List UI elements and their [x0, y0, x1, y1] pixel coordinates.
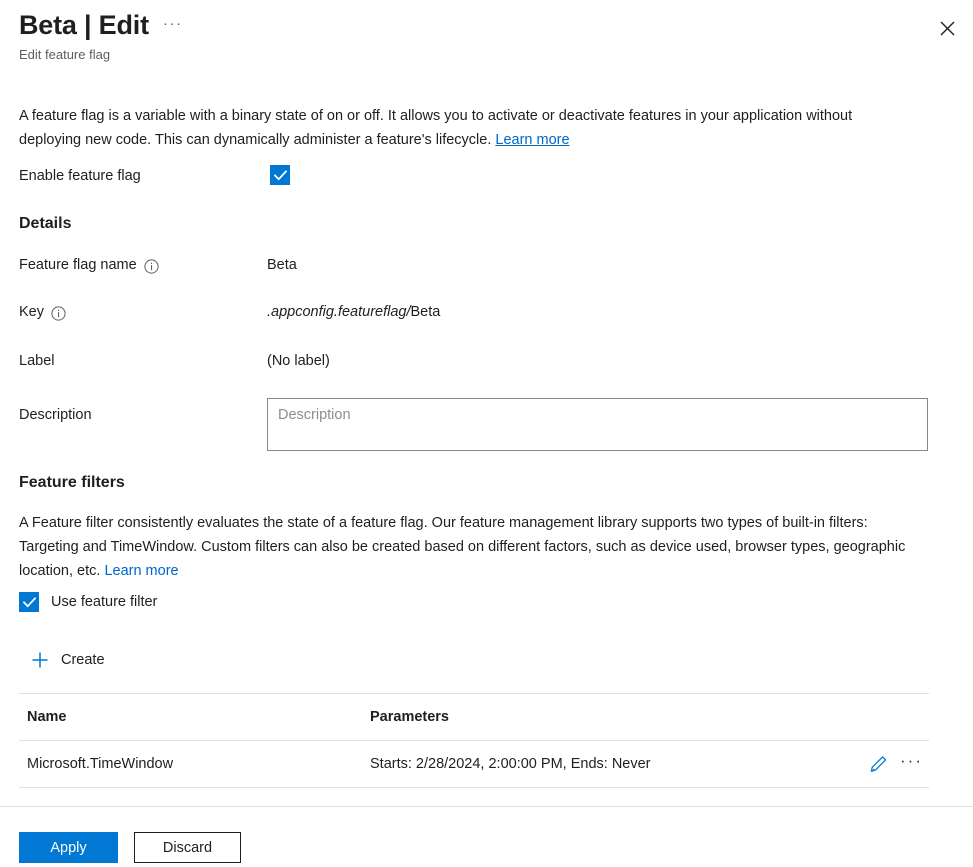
key-label: Key: [19, 304, 66, 320]
use-feature-filter-label: Use feature filter: [51, 594, 157, 610]
footer-actions: Apply Discard: [19, 832, 241, 863]
filter-name-cell: Microsoft.TimeWindow: [27, 756, 173, 772]
intro-learn-more-link[interactable]: Learn more: [495, 132, 569, 148]
table-header-row: Name Parameters: [19, 694, 929, 740]
feature-filters-table: Name Parameters Microsoft.TimeWindow Sta…: [19, 693, 929, 788]
table-bottom-rule: [19, 787, 929, 788]
intro-paragraph: A feature flag is a variable with a bina…: [19, 104, 909, 152]
panel-header: Beta | Edit ··· Edit feature flag: [19, 8, 183, 63]
feature-filters-heading: Feature filters: [19, 474, 125, 492]
filter-parameters-cell: Starts: 2/28/2024, 2:00:00 PM, Ends: Nev…: [370, 756, 651, 772]
description-input[interactable]: [267, 398, 928, 451]
key-value: .appconfig.featureflag/Beta: [267, 304, 440, 320]
table-row[interactable]: Microsoft.TimeWindow Starts: 2/28/2024, …: [19, 741, 929, 787]
header-more-menu-icon[interactable]: ···: [163, 15, 183, 32]
use-feature-filter-row[interactable]: Use feature filter: [19, 592, 157, 612]
title-row: Beta | Edit ···: [19, 8, 183, 42]
enable-feature-flag-checkbox[interactable]: [270, 165, 290, 185]
description-label: Description: [19, 407, 92, 423]
label-label: Label: [19, 353, 54, 369]
apply-button[interactable]: Apply: [19, 832, 118, 863]
details-heading: Details: [19, 215, 71, 233]
page-subtitle: Edit feature flag: [19, 46, 183, 63]
pencil-icon[interactable]: [869, 755, 888, 774]
column-header-name: Name: [27, 709, 67, 725]
info-icon[interactable]: [51, 306, 66, 321]
create-filter-button[interactable]: Create: [27, 648, 109, 672]
feature-flag-name-label-text: Feature flag name: [19, 257, 137, 273]
enable-feature-flag-row: Enable feature flag: [19, 165, 919, 189]
footer-divider: [0, 806, 973, 807]
key-value-prefix: .appconfig.featureflag/: [267, 304, 411, 320]
page-title: Beta | Edit: [19, 8, 149, 42]
feature-filters-intro: A Feature filter consistently evaluates …: [19, 511, 929, 583]
row-actions: ···: [869, 755, 923, 774]
feature-filters-learn-more-link[interactable]: Learn more: [104, 563, 178, 579]
info-icon[interactable]: [144, 259, 159, 274]
enable-feature-flag-label: Enable feature flag: [19, 168, 141, 184]
feature-flag-name-value: Beta: [267, 257, 297, 273]
edit-feature-flag-panel: Beta | Edit ··· Edit feature flag A feat…: [0, 0, 973, 867]
create-filter-label: Create: [61, 652, 105, 668]
check-icon: [23, 597, 36, 608]
row-more-menu-icon[interactable]: ···: [900, 756, 923, 772]
discard-button[interactable]: Discard: [134, 832, 241, 863]
column-header-parameters: Parameters: [370, 709, 449, 725]
label-value: (No label): [267, 353, 330, 369]
use-feature-filter-checkbox[interactable]: [19, 592, 39, 612]
key-label-text: Key: [19, 304, 44, 320]
feature-flag-name-label: Feature flag name: [19, 257, 159, 273]
intro-text: A feature flag is a variable with a bina…: [19, 108, 852, 148]
check-icon: [274, 170, 287, 181]
key-value-suffix: Beta: [411, 304, 441, 320]
close-button[interactable]: [931, 12, 963, 44]
close-icon: [940, 21, 955, 36]
plus-icon: [31, 651, 49, 669]
